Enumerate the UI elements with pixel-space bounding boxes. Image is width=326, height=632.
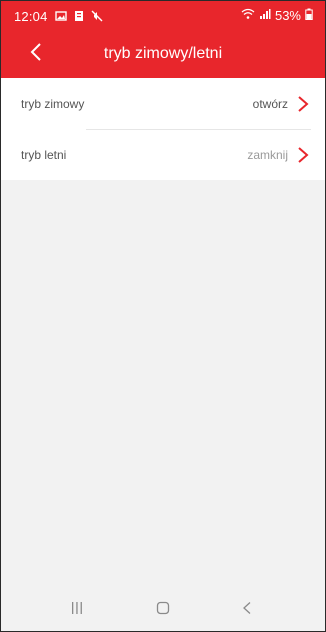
home-icon	[156, 601, 170, 620]
list-item-summer-mode[interactable]: tryb letni zamknij	[1, 129, 325, 180]
signal-icon	[259, 8, 271, 23]
list-item-winter-mode[interactable]: tryb zimowy otwórz	[1, 78, 325, 129]
title-bar: tryb zimowy/letni	[1, 31, 325, 78]
nav-back-button[interactable]	[235, 600, 259, 620]
gallery-icon	[55, 9, 67, 21]
battery-percent: 53%	[274, 8, 301, 23]
recent-apps-icon	[70, 601, 84, 620]
battery-icon	[305, 8, 313, 23]
status-bar: 12:04 53%	[1, 1, 325, 31]
chevron-right-icon	[296, 146, 310, 164]
back-icon	[242, 601, 252, 620]
status-time: 12:04	[14, 9, 48, 24]
notification-icon	[73, 9, 85, 21]
recent-apps-button[interactable]	[65, 600, 89, 620]
mute-icon	[91, 9, 103, 22]
home-button[interactable]	[151, 600, 175, 620]
wifi-icon	[241, 8, 255, 23]
status-notification-icons	[55, 9, 103, 22]
app-screen: 12:04 53% tryb zimowy/letni tryb zimowy …	[0, 0, 326, 632]
app-header: 12:04 53% tryb zimowy/letni	[1, 1, 325, 78]
page-title: tryb zimowy/letni	[103, 45, 223, 62]
list-item-label: tryb zimowy	[21, 96, 85, 111]
mode-list: tryb zimowy otwórz tryb letni zamknij	[1, 78, 325, 180]
status-right: 53%	[241, 8, 313, 23]
list-item-label: tryb letni	[21, 147, 67, 162]
list-item-value: otwórz	[252, 96, 288, 111]
list-item-value: zamknij	[247, 147, 288, 162]
chevron-right-icon	[296, 95, 310, 113]
system-nav-bar	[1, 588, 325, 631]
